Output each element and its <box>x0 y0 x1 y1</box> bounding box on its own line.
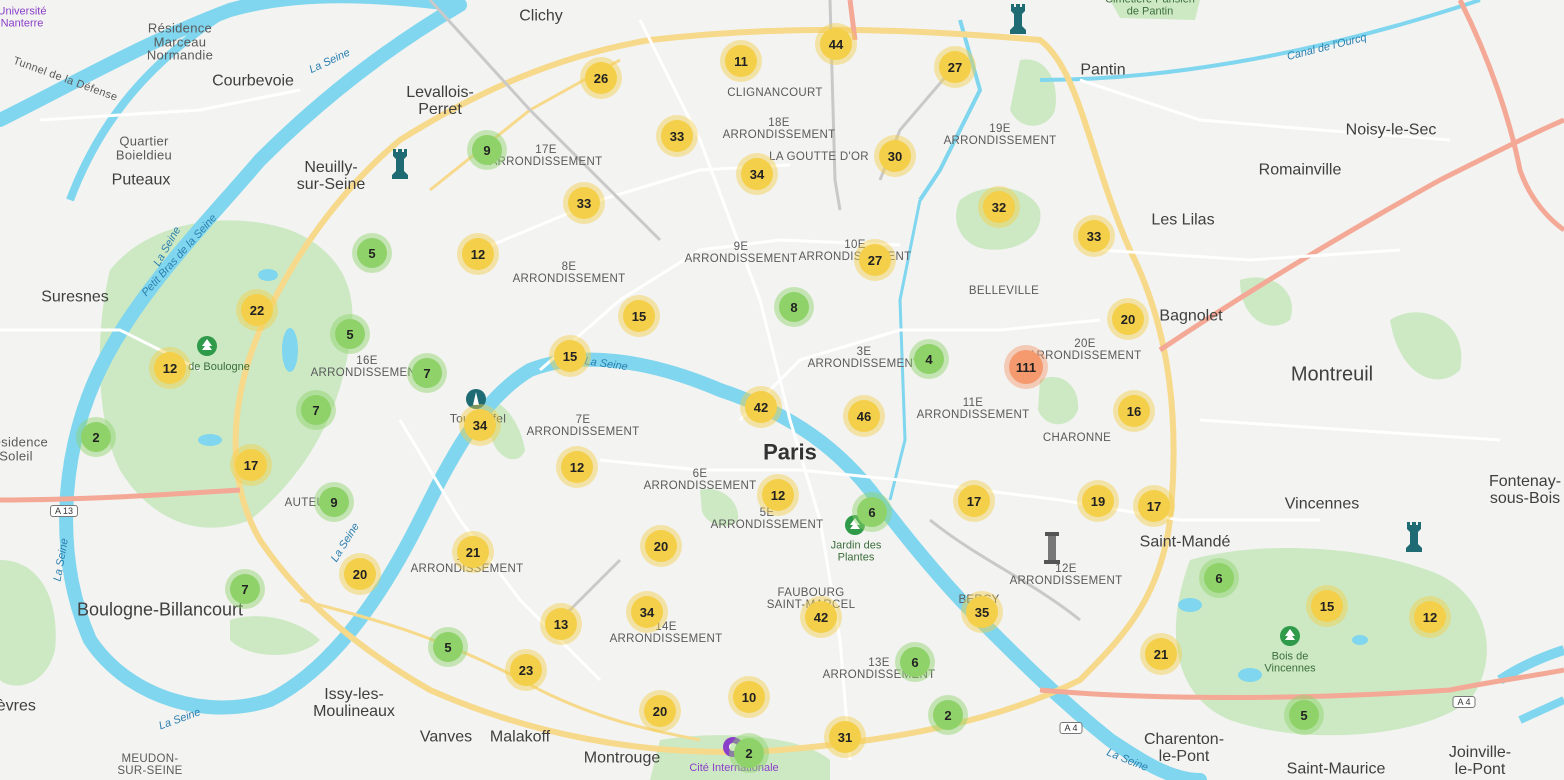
cluster-marker[interactable]: 5 <box>433 632 463 662</box>
cluster-marker[interactable]: 7 <box>230 574 260 604</box>
cluster-marker[interactable]: 12 <box>462 238 494 270</box>
park-areas <box>0 0 1487 780</box>
chess-tower-icon[interactable] <box>1403 522 1425 552</box>
park-tree-icon[interactable] <box>196 332 218 360</box>
cluster-marker[interactable]: 6 <box>1204 563 1234 593</box>
cluster-marker[interactable]: 15 <box>1311 590 1343 622</box>
cluster-marker[interactable]: 33 <box>1078 220 1110 252</box>
cluster-marker[interactable]: 17 <box>1138 490 1170 522</box>
cluster-marker[interactable]: 31 <box>829 721 861 753</box>
cluster-marker[interactable]: 30 <box>879 140 911 172</box>
column-monument-icon[interactable] <box>1041 532 1063 564</box>
cluster-marker[interactable]: 33 <box>661 120 693 152</box>
cluster-marker[interactable]: 13 <box>545 608 577 640</box>
cluster-marker[interactable]: 34 <box>741 158 773 190</box>
a13-shield: A 13 <box>49 505 79 517</box>
cluster-marker[interactable]: 15 <box>623 300 655 332</box>
cluster-marker[interactable]: 6 <box>900 647 930 677</box>
chess-tower-icon[interactable] <box>1007 4 1029 34</box>
cluster-marker[interactable]: 27 <box>859 244 891 276</box>
cluster-marker[interactable]: 20 <box>644 695 676 727</box>
cluster-marker[interactable]: 9 <box>319 487 349 517</box>
cluster-marker[interactable]: 15 <box>554 340 586 372</box>
cluster-marker[interactable]: 12 <box>762 479 794 511</box>
cluster-marker[interactable]: 21 <box>457 536 489 568</box>
map-canvas[interactable]: A 13 A 4 A 4 Université Nanterre Résiden… <box>0 0 1564 780</box>
cluster-marker[interactable]: 34 <box>631 596 663 628</box>
cluster-marker[interactable]: 4 <box>914 344 944 374</box>
cluster-marker[interactable]: 17 <box>958 485 990 517</box>
cluster-marker[interactable]: 44 <box>820 28 852 60</box>
cluster-marker[interactable]: 111 <box>1009 350 1043 384</box>
cluster-marker[interactable]: 12 <box>1414 601 1446 633</box>
cluster-marker[interactable]: 23 <box>510 654 542 686</box>
cluster-marker[interactable]: 7 <box>301 395 331 425</box>
cluster-marker[interactable]: 22 <box>241 294 273 326</box>
cluster-marker[interactable]: 20 <box>344 558 376 590</box>
cluster-marker[interactable]: 5 <box>335 319 365 349</box>
cluster-marker[interactable]: 7 <box>412 358 442 388</box>
cluster-marker[interactable]: 46 <box>848 400 880 432</box>
cluster-marker[interactable]: 8 <box>779 292 809 322</box>
cluster-marker[interactable]: 32 <box>983 191 1015 223</box>
cluster-marker[interactable]: 5 <box>357 238 387 268</box>
cluster-marker[interactable]: 5 <box>1289 700 1319 730</box>
cluster-marker[interactable]: 35 <box>966 596 998 628</box>
cluster-marker[interactable]: 17 <box>235 449 267 481</box>
cluster-marker[interactable]: 42 <box>805 601 837 633</box>
cluster-marker[interactable]: 12 <box>154 352 186 384</box>
cluster-marker[interactable]: 2 <box>81 422 111 452</box>
cluster-marker[interactable]: 9 <box>472 135 502 165</box>
cluster-marker[interactable]: 6 <box>857 497 887 527</box>
cluster-marker[interactable]: 19 <box>1082 485 1114 517</box>
cluster-marker[interactable]: 20 <box>645 530 677 562</box>
a4-shield-right: A 4 <box>1452 696 1476 708</box>
cluster-marker[interactable]: 26 <box>585 62 617 94</box>
a4-shield-left: A 4 <box>1059 722 1083 734</box>
chess-tower-icon[interactable] <box>389 149 411 179</box>
cluster-marker[interactable]: 20 <box>1112 303 1144 335</box>
cluster-marker[interactable]: 16 <box>1118 395 1150 427</box>
cluster-marker[interactable]: 27 <box>939 51 971 83</box>
cluster-marker[interactable]: 12 <box>561 451 593 483</box>
map-base-layer <box>0 0 1564 780</box>
cluster-marker[interactable]: 2 <box>933 700 963 730</box>
cluster-marker[interactable]: 11 <box>725 45 757 77</box>
cluster-marker[interactable]: 10 <box>733 681 765 713</box>
park-tree-icon[interactable] <box>1279 622 1301 650</box>
cluster-marker[interactable]: 42 <box>745 391 777 423</box>
cluster-marker[interactable]: 2 <box>734 738 764 768</box>
cluster-marker[interactable]: 33 <box>568 187 600 219</box>
cluster-marker[interactable]: 34 <box>464 409 496 441</box>
cluster-marker[interactable]: 21 <box>1145 638 1177 670</box>
